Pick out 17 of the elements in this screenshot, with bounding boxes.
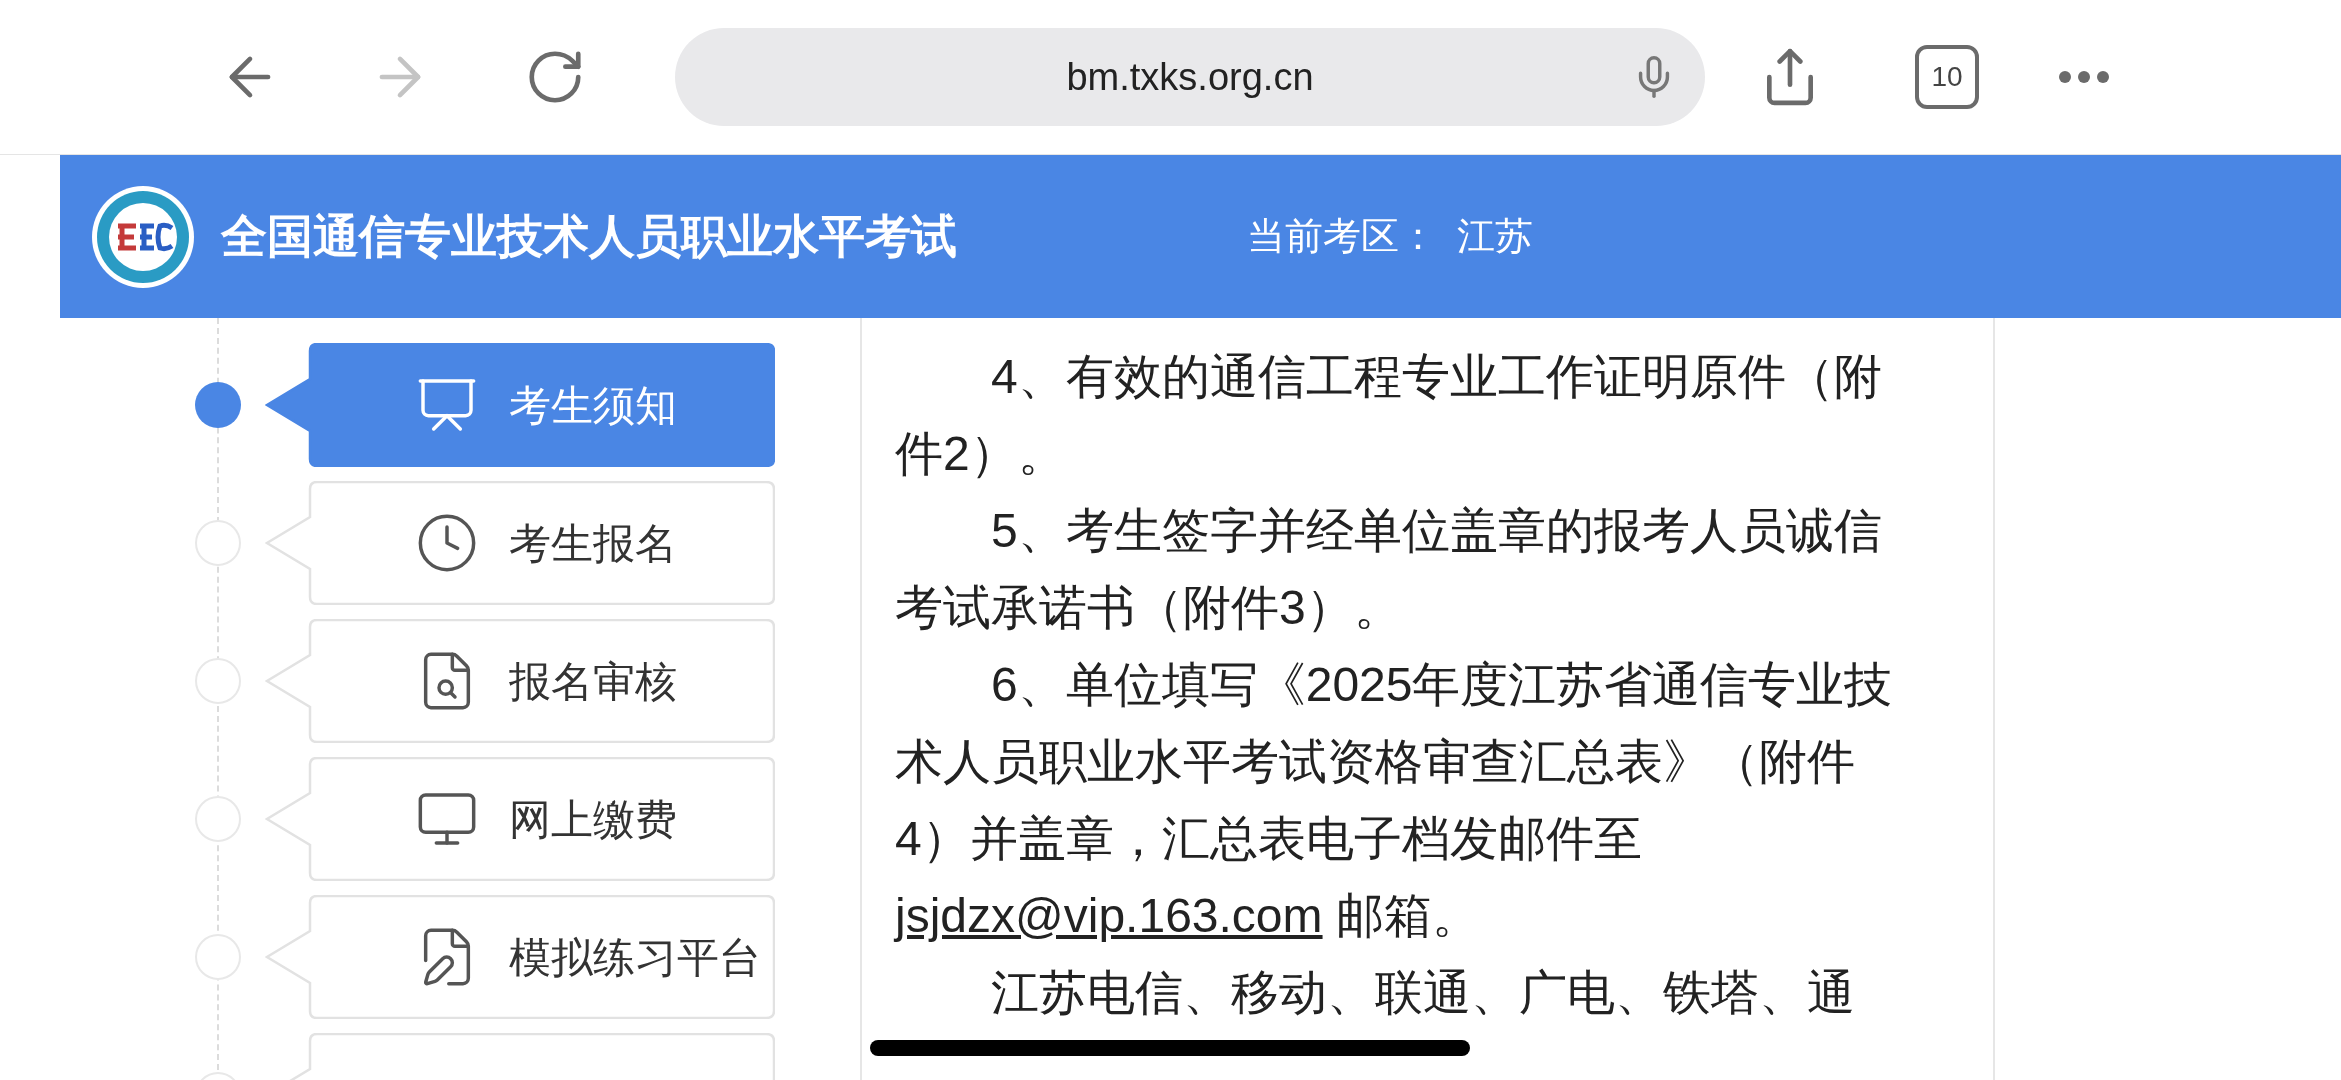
notice-paragraph: 5、考生签字并经单位盖章的报考人员诚信考试承诺书（附件3）。	[895, 503, 1883, 636]
sidebar-item[interactable]: 模拟练习平台	[265, 895, 775, 1019]
notice-paragraph: 6、单位填写《2025年度江苏省通信专业技术人员职业水平考试资格审查汇总表》（附件4）并盖章，汇总表电子档发邮件至 jsjdzx@vip.163.com 邮箱。	[895, 657, 1894, 944]
notice-paragraph: 江苏电信、移动、联通、广电、铁塔、通	[990, 965, 1856, 1021]
sidebar-item[interactable]: 考生报名	[265, 481, 775, 605]
region-label: 当前考区：	[1247, 214, 1437, 259]
sidebar-item[interactable]: 网上缴费	[265, 757, 775, 881]
sidebar-item[interactable]: 报名审核	[265, 619, 775, 743]
sidebar-item[interactable]: 考生须知	[265, 343, 775, 467]
tab-count-button[interactable]: 10	[1915, 45, 1979, 109]
address-bar[interactable]: bm.txks.org.cn	[675, 28, 1705, 126]
site-title: 全国通信专业技术人员职业水平考试	[221, 209, 957, 264]
more-icon	[2059, 71, 2109, 83]
logo-icon	[90, 183, 196, 290]
email-link[interactable]: jsjdzx@vip.163.com	[895, 889, 1323, 942]
region-value: 江苏	[1457, 214, 1533, 259]
notice-paragraph: 4、有效的通信工程专业工作证明原件（附件2）。	[895, 349, 1883, 482]
